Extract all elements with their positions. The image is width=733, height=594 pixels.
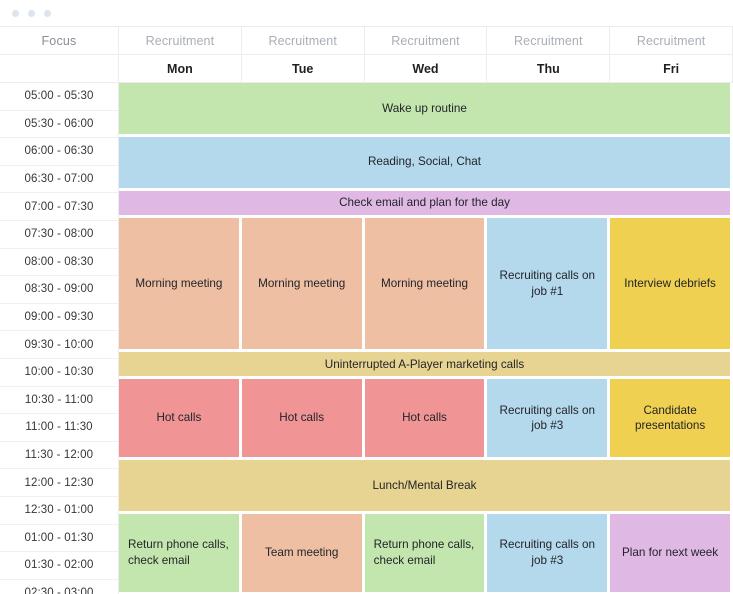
schedule-body: 05:00 - 05:30 05:30 - 06:00 06:00 - 06:30 0… <box>0 83 733 594</box>
schedule-event-block[interactable]: Morning meeting <box>119 217 239 350</box>
time-slot-row: 06:30 - 07:00 <box>0 165 119 194</box>
header-day-blank-cell <box>0 55 119 83</box>
time-slot-row: 08:30 - 09:00 <box>0 276 119 304</box>
header-department-label: Recruitment <box>145 33 215 48</box>
time-slot-row: 05:30 - 06:00 <box>0 110 119 139</box>
header-department-cell-fri: Recruitment <box>610 27 733 55</box>
time-slot-row: 01:30 - 02:00 <box>0 552 119 580</box>
time-slot-row: 08:00 - 08:30 <box>0 248 119 277</box>
header-department-label: Recruitment <box>514 33 583 48</box>
header-day-label: Tue <box>292 61 314 76</box>
header-day-cell-mon[interactable]: Mon <box>119 55 242 83</box>
header-day-label: Mon <box>167 61 193 76</box>
header-department-label: Recruitment <box>391 33 460 48</box>
header-focus-cell: Focus <box>0 27 119 55</box>
schedule-event-block[interactable]: Lunch/Mental Break <box>119 460 730 512</box>
time-slot-row: 01:00 - 01:30 <box>0 524 119 553</box>
time-slot-row: 06:00 - 06:30 <box>0 138 119 166</box>
schedule-event-block[interactable]: Interview debriefs <box>610 217 730 350</box>
time-slot-row: 09:00 - 09:30 <box>0 303 119 332</box>
schedule-event-block[interactable]: Return phone calls, check email <box>119 514 239 592</box>
schedule-event-block[interactable]: Hot calls <box>364 379 485 458</box>
window-dot-icon-3[interactable] <box>44 9 51 17</box>
header-department-label: Recruitment <box>636 33 706 48</box>
window-titlebar <box>0 0 733 26</box>
schedule-event-block[interactable]: Hot calls <box>119 379 239 458</box>
schedule-event-block[interactable]: Reading, Social, Chat <box>119 136 730 188</box>
header-day-cell-wed[interactable]: Wed <box>364 55 488 83</box>
schedule-event-block[interactable]: Check email and plan for the day <box>119 190 730 215</box>
schedule-window: Focus Recruitment Recruitment Recruitment R… <box>0 0 733 594</box>
time-slot-row: 10:30 - 11:00 <box>0 386 119 415</box>
header-day-label: Thu <box>536 61 560 76</box>
time-slot-row: 11:00 - 11:30 <box>0 414 119 442</box>
header-department-cell-wed: Recruitment <box>364 27 488 55</box>
header-day-label: Wed <box>412 61 439 76</box>
header-day-row: Mon Tue Wed Thu Fri <box>0 55 733 83</box>
header-focus-label: Focus <box>41 33 77 48</box>
schedule-event-block[interactable]: Wake up routine <box>119 83 730 134</box>
header-day-cell-tue[interactable]: Tue <box>241 55 365 83</box>
header-department-cell-tue: Recruitment <box>241 27 365 55</box>
header-day-cell-fri[interactable]: Fri <box>610 55 733 83</box>
time-slot-row: 12:00 - 12:30 <box>0 469 119 497</box>
events-layer: Wake up routine Reading, Social, Chat Chec… <box>119 83 733 594</box>
time-slot-row: 09:30 - 10:00 <box>0 331 119 359</box>
schedule-event-block[interactable]: Morning meeting <box>241 217 362 350</box>
header-day-label: Fri <box>663 61 680 76</box>
window-dot-icon-2[interactable] <box>28 9 35 17</box>
header-day-cell-thu[interactable]: Thu <box>487 55 611 83</box>
schedule-event-block[interactable]: Plan for next week <box>610 514 730 592</box>
header-department-cell-thu: Recruitment <box>487 27 611 55</box>
time-slot-row: 05:00 - 05:30 <box>0 83 119 111</box>
schedule-event-block[interactable]: Recruiting calls on job #3 <box>487 514 608 592</box>
time-slot-row: 10:00 - 10:30 <box>0 358 119 387</box>
time-slot-row: 07:00 - 07:30 <box>0 193 119 221</box>
time-column: 05:00 - 05:30 05:30 - 06:00 06:00 - 06:30 0… <box>0 83 119 594</box>
header-department-row: Focus Recruitment Recruitment Recruitment R… <box>0 27 733 55</box>
schedule-event-block[interactable]: Hot calls <box>241 379 362 458</box>
schedule-grid: Focus Recruitment Recruitment Recruitment R… <box>0 26 733 594</box>
schedule-event-block[interactable]: Candidate presentations <box>610 379 730 458</box>
schedule-event-block[interactable]: Team meeting <box>241 514 362 592</box>
schedule-event-block[interactable]: Recruiting calls on job #1 <box>487 217 608 350</box>
time-slot-row: 12:30 - 01:00 <box>0 496 119 525</box>
time-slot-row: 11:30 - 12:00 <box>0 441 119 470</box>
time-slot-row: 07:30 - 08:00 <box>0 220 119 249</box>
header-department-label: Recruitment <box>268 33 337 48</box>
header-department-cell-mon: Recruitment <box>119 27 242 55</box>
time-slot-row: 02:30 - 03:00 <box>0 579 119 594</box>
window-dot-icon-1[interactable] <box>12 9 19 17</box>
schedule-event-block[interactable]: Morning meeting <box>364 217 485 350</box>
schedule-event-block[interactable]: Uninterrupted A-Player marketing calls <box>119 352 730 377</box>
schedule-event-block[interactable]: Return phone calls, check email <box>364 514 485 592</box>
schedule-event-block[interactable]: Recruiting calls on job #3 <box>487 379 608 458</box>
